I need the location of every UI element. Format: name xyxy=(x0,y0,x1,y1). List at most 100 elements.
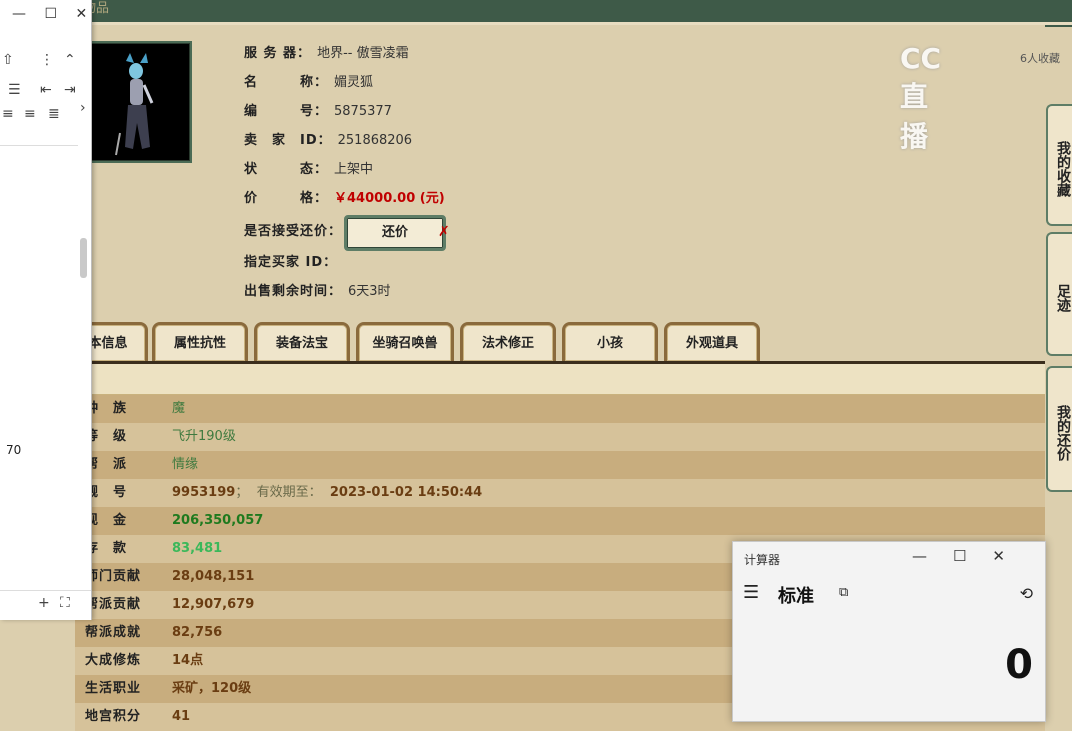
time-value: 6天3时 xyxy=(348,284,391,299)
row-value-text: 41 xyxy=(172,709,191,724)
close-icon[interactable]: ✕ xyxy=(992,547,1031,565)
row-value-text: 82,756 xyxy=(172,625,223,640)
collapse-ribbon-icon[interactable]: ⌃ xyxy=(64,52,76,68)
ribbon-scroll-icon[interactable]: › xyxy=(80,100,86,116)
row-value-text: 14点 xyxy=(172,653,204,668)
name-row: 名 称： 媚灵狐 xyxy=(244,73,373,93)
tab-attributes[interactable]: 属性抗性 xyxy=(152,322,248,361)
row-value: 41 xyxy=(172,703,190,731)
list-icon[interactable]: ☰ xyxy=(8,82,21,98)
row-value-extra: ； 有效期至： xyxy=(235,485,330,500)
history-icon[interactable]: ⟲ xyxy=(1020,584,1033,603)
close-icon[interactable]: ✕ xyxy=(75,6,87,22)
tab-spell-modifiers[interactable]: 法术修正 xyxy=(460,322,556,361)
app-title-bar: 藏宝阁物品 xyxy=(0,0,1072,25)
zoom-in-icon[interactable]: + xyxy=(38,595,50,611)
status-value: 上架中 xyxy=(334,162,374,177)
row-value: 83,481 xyxy=(172,535,222,563)
tab-mounts-pets[interactable]: 坐骑召唤兽 xyxy=(356,322,454,361)
table-row: 现 金 206,350,057 xyxy=(75,507,1045,535)
row-value-text: 206,350,057 xyxy=(172,513,264,528)
name-label: 名 称： xyxy=(244,75,329,90)
counter-label: 是否接受还价： xyxy=(244,224,343,239)
align-center-icon[interactable]: ≡ xyxy=(2,106,14,122)
align-right-icon[interactable]: ≡ xyxy=(24,106,36,122)
keep-on-top-icon[interactable]: ⧉ xyxy=(839,585,848,600)
character-figure-icon xyxy=(115,53,154,156)
window-controls: — ☐ ✕ xyxy=(12,6,87,22)
row-value-text: 魔 xyxy=(172,401,186,416)
maximize-icon[interactable]: ☐ xyxy=(953,547,992,565)
time-row: 出售剩余时间： 6天3时 xyxy=(244,282,391,302)
server-label: 服 务 器： xyxy=(244,46,312,61)
row-value-text: 83,481 xyxy=(172,541,223,556)
more-icon[interactable]: ⋮ xyxy=(40,52,54,68)
table-row: 种 族魔 xyxy=(75,395,1045,423)
price-row: 价 格： ￥44000.00 (元) xyxy=(244,189,445,209)
row-key: 帮派贡献 xyxy=(85,597,142,612)
status-label: 状 态： xyxy=(244,162,329,177)
outdent-icon[interactable]: ⇥ xyxy=(64,82,76,98)
ruler xyxy=(0,145,78,146)
calculator-window: 计算器 —☐✕ ☰ 标准 ⧉ ⟲ 0 xyxy=(732,541,1046,722)
row-key: 地宫积分 xyxy=(85,709,142,724)
row-value-text: 飞升190级 xyxy=(172,429,236,444)
row-value: 28,048,151 xyxy=(172,563,254,591)
seller-label: 卖 家 ID： xyxy=(244,133,332,148)
row-value: 9953199； 有效期至： 2023-01-02 14:50:44 xyxy=(172,479,482,507)
document-editor-window: — ☐ ✕ ⇧ ⋮ ⌃ ☰ ⇤ ⇥ ≡ ≡ ≣ › 70 + ⛶ xyxy=(0,0,92,620)
minimize-icon[interactable]: — xyxy=(12,6,26,22)
tab-appearance[interactable]: 外观道具 xyxy=(664,322,760,361)
row-value-expiry: 2023-01-02 14:50:44 xyxy=(329,485,483,500)
id-row: 编 号： 5875377 xyxy=(244,102,392,122)
side-tab-my-offers[interactable]: 我的还价 xyxy=(1046,366,1072,492)
counter-row: 是否接受还价： xyxy=(244,222,342,242)
tab-bar: 本信息 属性抗性 装备法宝 坐骑召唤兽 法术修正 小孩 外观道具 xyxy=(68,322,1048,362)
buyer-label: 指定买家 ID： xyxy=(244,255,338,270)
side-tab-favorites[interactable]: 我的收藏 xyxy=(1046,104,1072,226)
share-icon[interactable]: ⇧ xyxy=(2,52,14,68)
minimize-icon[interactable]: — xyxy=(912,547,953,565)
table-row: 等 级飞升190级 xyxy=(75,423,1045,451)
row-value-text: 28,048,151 xyxy=(172,569,255,584)
row-value-text: 9953199 xyxy=(172,485,236,500)
seller-row: 卖 家 ID： 251868206 xyxy=(244,131,412,151)
justify-icon[interactable]: ≣ xyxy=(48,106,60,122)
row-value: 82,756 xyxy=(172,619,222,647)
indent-icon[interactable]: ⇤ xyxy=(40,82,52,98)
tab-equipment[interactable]: 装备法宝 xyxy=(254,322,350,361)
calculator-title: 计算器 xyxy=(744,553,781,567)
id-label: 编 号： xyxy=(244,104,329,119)
calculator-mode: 标准 xyxy=(778,586,814,607)
row-key: 大成修炼 xyxy=(85,653,142,668)
row-key: 师门贡献 xyxy=(85,569,142,584)
row-value: 12,907,679 xyxy=(172,591,254,619)
calculator-window-controls: —☐✕ xyxy=(912,547,1031,565)
price-value: ￥44000.00 (元) xyxy=(334,191,445,206)
row-key: 生活职业 xyxy=(85,681,142,696)
side-tab-history[interactable]: 足迹 xyxy=(1046,232,1072,356)
row-value: 情缘 xyxy=(172,451,198,479)
scrollbar-thumb[interactable] xyxy=(80,238,87,278)
table-header xyxy=(75,364,1045,395)
table-row: 帮 派情缘 xyxy=(75,451,1045,479)
menu-icon[interactable]: ☰ xyxy=(743,582,759,603)
price-label: 价 格： xyxy=(244,191,329,206)
fullscreen-icon[interactable]: ⛶ xyxy=(60,595,70,611)
row-value: 采矿，120级 xyxy=(172,675,251,703)
tab-children[interactable]: 小孩 xyxy=(562,322,658,361)
row-value: 14点 xyxy=(172,647,203,675)
table-row: 靓 号 9953199； 有效期至： 2023-01-02 14:50:44 xyxy=(75,479,1045,507)
id-value: 5875377 xyxy=(334,104,392,119)
maximize-icon[interactable]: ☐ xyxy=(44,6,57,22)
row-value: 魔 xyxy=(172,395,185,423)
buyer-row: 指定买家 ID： xyxy=(244,253,337,273)
name-value: 媚灵狐 xyxy=(334,75,374,90)
counter-offer-button[interactable]: 还价 xyxy=(344,215,446,251)
time-label: 出售剩余时间： xyxy=(244,284,343,299)
character-portrait xyxy=(88,41,192,163)
status-bar: + ⛶ xyxy=(0,590,91,621)
row-value: 206,350,057 xyxy=(172,507,263,535)
server-row: 服 务 器： 地界-- 傲雪凌霜 xyxy=(244,44,409,64)
pointer-cursor-icon: ✗ xyxy=(438,224,450,240)
